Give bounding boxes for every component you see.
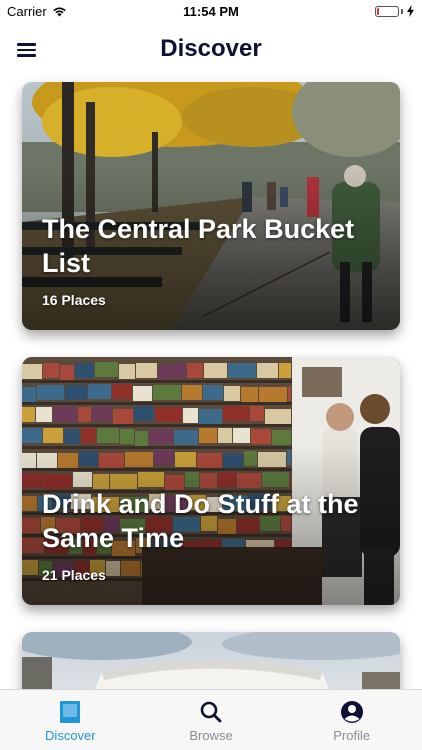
tab-label-browse: Browse <box>189 728 233 743</box>
battery-tip <box>401 8 403 14</box>
card-place-count: 21 Places <box>42 567 106 583</box>
battery-indicator <box>375 5 414 17</box>
card-title: The Central Park Bucket List <box>42 214 355 278</box>
charging-bolt-icon <box>407 5 414 17</box>
list-card-central-park[interactable]: The Central Park Bucket List 16 Places <box>22 82 400 330</box>
search-icon <box>200 701 222 723</box>
profile-icon <box>340 701 363 723</box>
battery-icon <box>375 5 399 17</box>
navigation-bar: Discover <box>0 22 422 78</box>
tab-profile[interactable]: Profile <box>281 690 422 750</box>
tab-browse[interactable]: Browse <box>141 690 282 750</box>
page-title: Discover <box>160 35 262 62</box>
status-bar: Carrier 11:54 PM <box>0 0 422 22</box>
discover-square-icon <box>60 701 81 723</box>
tab-discover[interactable]: Discover <box>0 690 141 750</box>
card-place-count: 16 Places <box>42 292 106 308</box>
tab-label-discover: Discover <box>45 728 96 743</box>
tab-label-profile: Profile <box>333 728 371 743</box>
card-title: Drink and Do Stuff at the Same Time <box>42 489 359 553</box>
status-time: 11:54 PM <box>183 4 239 19</box>
hamburger-menu-icon[interactable] <box>16 40 42 62</box>
battery-fill <box>377 7 379 15</box>
list-card-drink-and-do-stuff[interactable]: Drink and Do Stuff at the Same Time 21 P… <box>22 357 400 605</box>
tab-bar: Discover Browse Profile <box>0 689 422 750</box>
